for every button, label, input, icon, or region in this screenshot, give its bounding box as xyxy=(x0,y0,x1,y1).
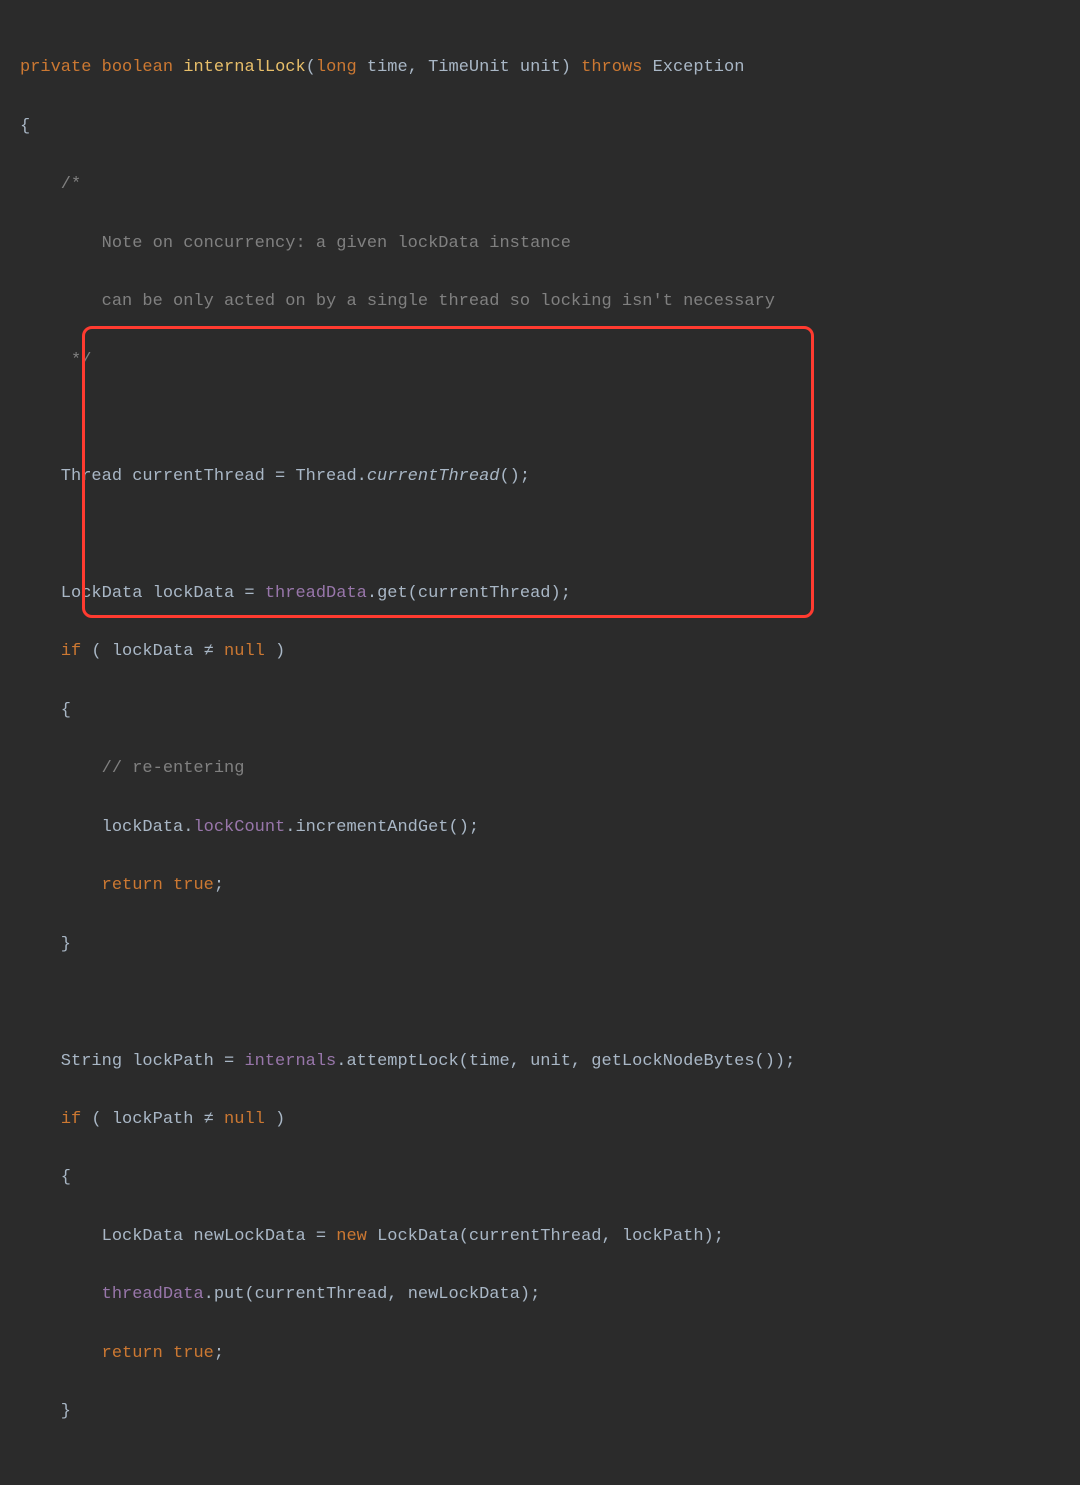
field-threaddata: threadData xyxy=(102,1285,204,1304)
code-line-14[interactable]: lockData.lockCount.incrementAndGet(); xyxy=(20,813,1060,842)
field-internals: internals xyxy=(244,1052,336,1071)
code-line-18[interactable]: String lockPath = internals.attemptLock(… xyxy=(20,1047,1060,1076)
keyword-true: true xyxy=(173,876,214,895)
comment-line[interactable]: */ xyxy=(20,346,1060,375)
keyword-if: if xyxy=(61,1110,81,1129)
code-line-2[interactable]: { xyxy=(20,112,1060,141)
code-line-19[interactable]: if ( lockPath ≠ null ) xyxy=(20,1105,1060,1134)
comment-line[interactable]: can be only acted on by a single thread … xyxy=(20,287,1060,316)
code-line-22[interactable]: threadData.put(currentThread, newLockDat… xyxy=(20,1280,1060,1309)
comment-line[interactable]: /* xyxy=(20,170,1060,199)
comment-line[interactable]: Note on concurrency: a given lockData in… xyxy=(20,229,1060,258)
field-lockcount: lockCount xyxy=(193,818,285,837)
code-editor[interactable]: private boolean internalLock(long time, … xyxy=(20,24,1060,1485)
keyword-null: null xyxy=(214,1110,265,1129)
keyword-return: return xyxy=(102,1344,163,1363)
comment-line[interactable]: // re-entering xyxy=(20,754,1060,783)
keyword-null: null xyxy=(214,642,265,661)
keyword-if: if xyxy=(61,642,81,661)
keyword-private: private xyxy=(20,58,91,77)
code-line-10[interactable]: LockData lockData = threadData.get(curre… xyxy=(20,579,1060,608)
blank-line[interactable] xyxy=(20,521,1060,550)
field-threaddata: threadData xyxy=(265,584,367,603)
code-line-21[interactable]: LockData newLockData = new LockData(curr… xyxy=(20,1222,1060,1251)
blank-line[interactable] xyxy=(20,988,1060,1017)
code-line-8[interactable]: Thread currentThread = Thread.currentThr… xyxy=(20,462,1060,491)
blank-line[interactable] xyxy=(20,404,1060,433)
brace-open[interactable]: { xyxy=(20,1163,1060,1192)
brace-close[interactable]: } xyxy=(20,930,1060,959)
keyword-throws: throws xyxy=(571,58,653,77)
code-line-23[interactable]: return true; xyxy=(20,1339,1060,1368)
keyword-long: long xyxy=(316,58,357,77)
brace-close[interactable]: } xyxy=(20,1397,1060,1426)
static-method: currentThread xyxy=(367,467,500,486)
keyword-return: return xyxy=(102,876,163,895)
brace-open[interactable]: { xyxy=(20,696,1060,725)
code-line-15[interactable]: return true; xyxy=(20,871,1060,900)
method-name: internalLock xyxy=(183,58,305,77)
code-line-11[interactable]: if ( lockData ≠ null ) xyxy=(20,637,1060,666)
keyword-boolean: boolean xyxy=(102,58,173,77)
keyword-true: true xyxy=(173,1344,214,1363)
keyword-new: new xyxy=(336,1227,367,1246)
code-line-1[interactable]: private boolean internalLock(long time, … xyxy=(20,53,1060,82)
